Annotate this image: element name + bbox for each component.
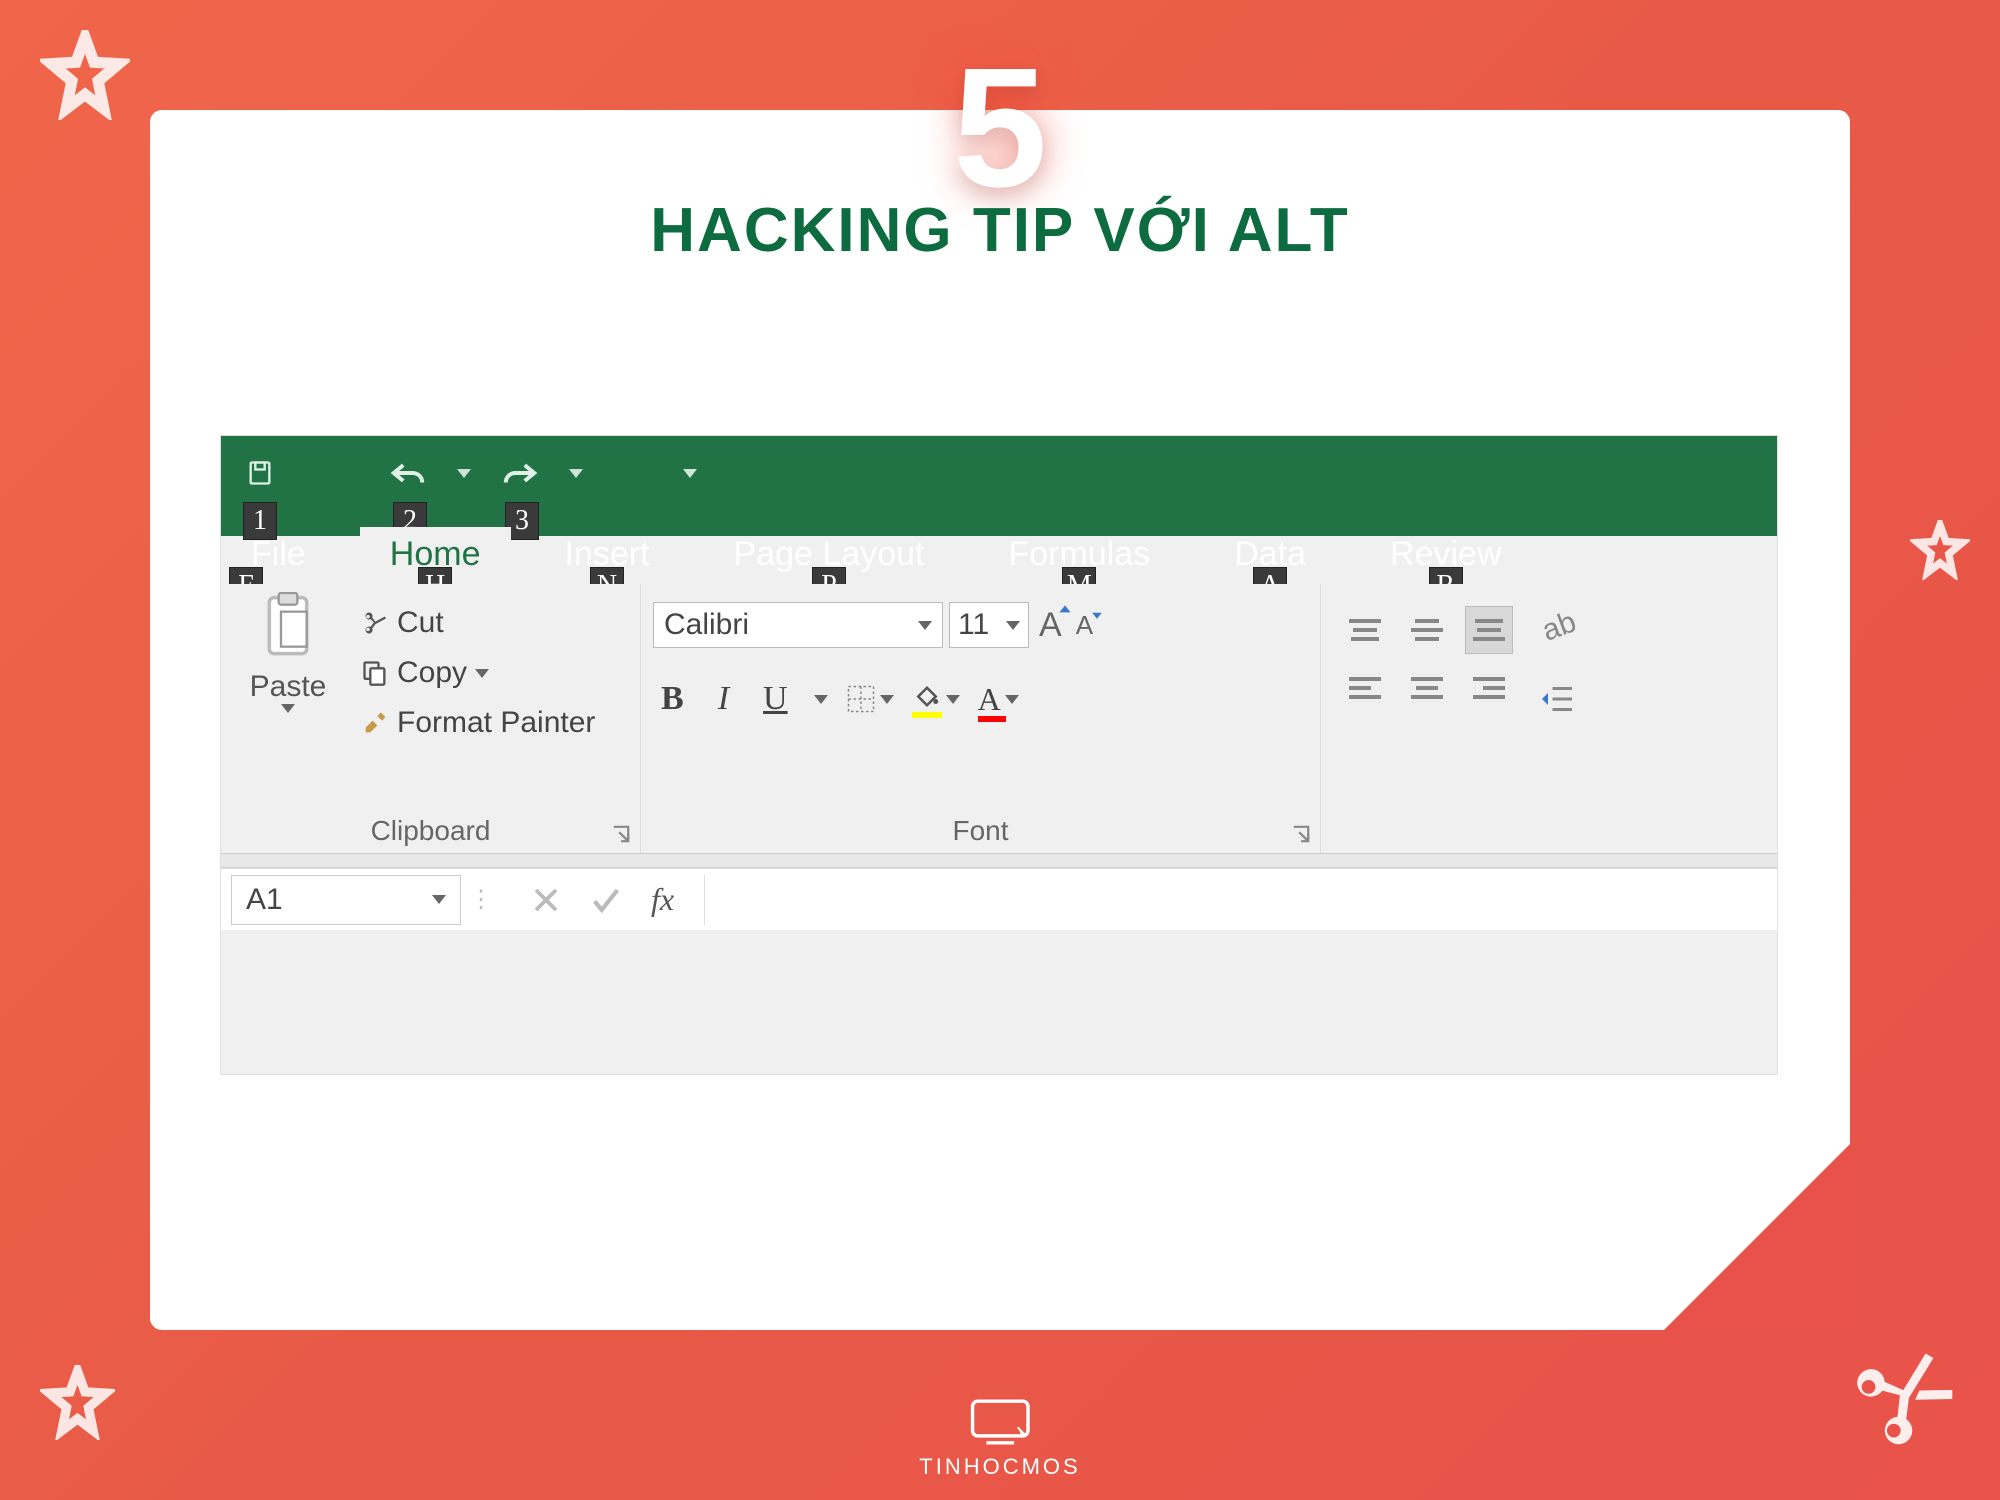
tab-data[interactable]: Data A [1204,527,1336,584]
star-decoration-icon [40,30,130,120]
cut-icon [361,609,389,637]
paste-label: Paste [250,670,327,704]
monitor-icon [965,1396,1035,1448]
grow-arrow-icon [1058,604,1072,618]
formula-input[interactable] [704,875,1777,925]
cut-label: Cut [397,606,444,640]
dropdown-icon [880,695,894,704]
copy-label: Copy [397,656,467,690]
name-box[interactable]: A1 [231,875,461,925]
paste-button[interactable]: Paste [233,592,343,744]
decrease-indent-button[interactable] [1539,681,1579,722]
group-clipboard: Paste Cut Copy [221,584,641,853]
align-right-button[interactable] [1465,664,1513,712]
corner-fold [1662,1142,1852,1332]
page-title: HACKING TIP VỚI ALT [150,195,1850,266]
font-size: 11 [958,608,989,642]
paste-dropdown-icon[interactable] [281,704,295,713]
excel-window: 1 2 3 File F [220,435,1778,1075]
tab-file[interactable]: File F [221,527,336,584]
font-name: Calibri [664,608,749,642]
underline-dropdown-icon[interactable] [814,695,828,704]
group-alignment: ab [1321,584,1777,853]
tab-review[interactable]: Review R [1360,527,1531,584]
group-label: Font [653,809,1308,849]
align-bottom-button[interactable] [1465,606,1513,654]
tab-home[interactable]: Home H [360,527,511,584]
undo-dropdown-icon[interactable] [457,469,471,478]
align-top-button[interactable] [1341,606,1389,654]
font-size-dropdown[interactable]: 11 [949,602,1029,648]
copy-icon [361,659,389,687]
underline-button[interactable]: U [755,678,796,720]
undo-button[interactable]: 2 [389,454,427,492]
fill-icon [912,684,942,714]
star-decoration-icon [40,1365,115,1440]
copy-dropdown-icon[interactable] [475,669,489,678]
orientation-button[interactable]: ab [1539,606,1579,651]
content-card: 5 HACKING TIP VỚI ALT 1 2 3 [150,110,1850,1330]
tab-insert[interactable]: Insert N [535,527,680,584]
group-label: Clipboard [233,809,628,849]
name-box-value: A1 [246,883,283,917]
save-button[interactable]: 1 [241,454,279,492]
borders-button[interactable] [846,684,894,714]
footer-brand: TINHOCMOS [919,1454,1080,1480]
format-painter-icon [361,709,389,737]
align-center-button[interactable] [1403,664,1451,712]
font-color-button[interactable]: A [978,681,1019,718]
copy-button[interactable]: Copy [353,652,603,694]
orientation-icon: ab [1539,606,1579,646]
dropdown-icon [1005,695,1019,704]
dropdown-icon [946,695,960,704]
redo-dropdown-icon[interactable] [569,469,583,478]
quick-access-toolbar: 1 2 3 [241,454,697,492]
formula-bar: A1 ⋮ fx [221,868,1777,930]
customize-qat-icon[interactable] [683,469,697,478]
svg-text:ab: ab [1539,606,1579,646]
align-left-button[interactable] [1341,664,1389,712]
drag-handle-icon[interactable]: ⋮ [461,885,501,914]
fill-color-button[interactable] [912,684,960,714]
bold-button[interactable]: B [653,678,692,720]
borders-icon [846,684,876,714]
dropdown-icon [1006,621,1020,630]
tab-formulas[interactable]: Formulas M [978,527,1180,584]
dialog-launcher-icon[interactable] [612,825,630,843]
shrink-arrow-icon [1091,608,1103,620]
format-painter-button[interactable]: Format Painter [353,702,603,744]
shrink-font-button[interactable]: A [1072,610,1097,641]
format-painter-label: Format Painter [397,706,595,740]
group-font: Calibri 11 A A [641,584,1321,853]
footer-logo: TINHOCMOS [919,1396,1080,1480]
tab-page-layout[interactable]: Page Layout P [704,527,955,584]
align-middle-button[interactable] [1403,606,1451,654]
redo-button[interactable]: 3 [501,454,539,492]
scissors-decoration-icon [1830,1320,1980,1470]
font-name-dropdown[interactable]: Calibri [653,602,943,648]
star-decoration-icon [1910,520,1970,580]
paste-icon [260,592,316,664]
cut-button[interactable]: Cut [353,602,603,644]
dropdown-icon [432,895,446,904]
cancel-formula-icon[interactable] [531,885,561,915]
italic-button[interactable]: I [710,678,737,720]
grow-font-button[interactable]: A [1035,606,1066,645]
insert-function-button[interactable]: fx [651,881,674,918]
indent-icon [1539,681,1575,717]
ribbon: Paste Cut Copy [221,584,1777,854]
title-bar: 1 2 3 File F [221,436,1777,536]
enter-formula-icon[interactable] [589,883,623,917]
dialog-launcher-icon[interactable] [1292,825,1310,843]
ribbon-tabs: File F Home H Insert N Page Layout P For… [221,536,1532,584]
dropdown-icon [918,621,932,630]
